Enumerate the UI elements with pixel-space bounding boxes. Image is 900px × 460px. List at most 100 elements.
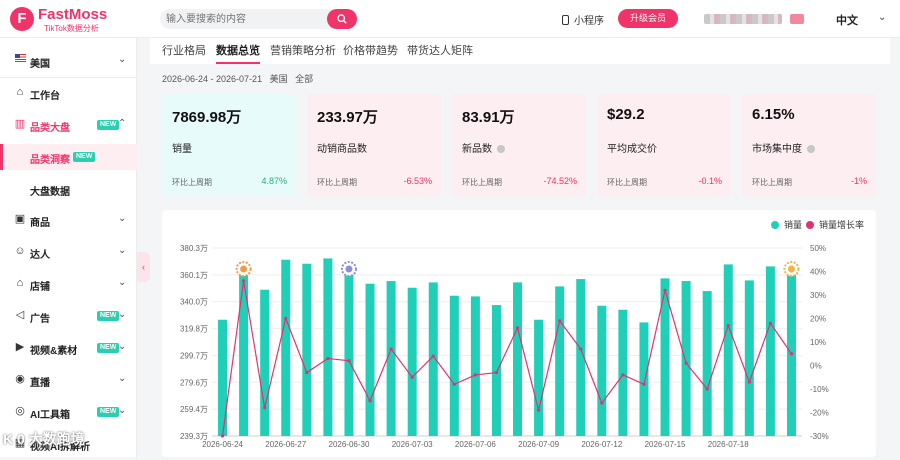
tab-price-trend[interactable]: 价格带趋势 — [343, 42, 398, 64]
chevron-down-icon: ⌄ — [118, 309, 127, 320]
legend-item-growth[interactable]: 销量增长率 — [806, 218, 864, 231]
language-selector[interactable]: 中文 ⌄ — [836, 12, 886, 28]
date-range: 2026-06-24 - 2026-07-21 — [162, 74, 263, 84]
account-info[interactable] — [704, 14, 782, 24]
chevron-down-icon: ⌄ — [118, 277, 127, 288]
bar — [534, 319, 544, 436]
chevron-up-icon: ⌃ — [118, 118, 127, 129]
metric-title-text: 销量 — [172, 144, 192, 155]
sidebar-item-market-data[interactable]: 大盘数据 — [0, 176, 137, 202]
x-tick-label: 2026-06-30 — [329, 440, 370, 449]
sidebar-item-category-insight[interactable]: 品类洞察 NEW — [0, 144, 137, 170]
line-point — [452, 382, 456, 386]
y-left-tick-label: 279.6万 — [180, 378, 208, 387]
line-point — [789, 352, 794, 356]
new-badge: NEW — [97, 311, 120, 321]
sidebar-item-creators[interactable]: ☺ 达人 ⌄ — [0, 239, 137, 265]
brand-name: FastMoss — [38, 6, 108, 23]
box-icon: ▣ — [14, 213, 26, 225]
line-point — [600, 401, 604, 405]
metric-value: 7869.98万 — [172, 109, 242, 126]
bar — [744, 280, 754, 436]
x-tick-label: 2026-07-09 — [518, 440, 559, 449]
line-point — [642, 382, 646, 386]
mini-program-link[interactable]: 小程序 — [562, 12, 604, 27]
line-point — [368, 399, 372, 403]
metric-card[interactable]: 83.91万 新品数 环比上周期 -74.52% — [452, 94, 586, 196]
chevron-down-icon: ⌄ — [118, 54, 127, 65]
metric-card[interactable]: 7869.98万 销量 环比上周期 4.87% — [162, 94, 296, 196]
metric-card[interactable]: 233.97万 动销商品数 环比上周期 -6.53% — [307, 94, 441, 196]
x-tick-label: 2026-06-27 — [265, 440, 306, 449]
line-point — [747, 380, 751, 384]
legend-swatch — [806, 221, 814, 229]
search-input[interactable] — [166, 12, 326, 26]
help-icon — [497, 145, 505, 153]
sidebar-item-live[interactable]: ◉ 直播 ⌄ — [0, 367, 137, 393]
x-tick-label: 2026-07-03 — [392, 440, 433, 449]
legend-label: 销量 — [784, 220, 803, 230]
upgrade-button[interactable]: 升级会员 — [618, 9, 678, 28]
metric-compare-label: 环比上周期 — [317, 178, 357, 187]
metric-change: -74.52% — [543, 176, 577, 186]
brand-logo[interactable]: F FastMoss TikTok数据分析 — [10, 7, 140, 33]
sidebar-item-ads[interactable]: ◁ 广告 NEW ⌄ — [0, 303, 137, 329]
metric-title-text: 动销商品数 — [317, 144, 367, 155]
sidebar-divider — [0, 77, 137, 78]
y-left-tick-label: 299.7万 — [180, 351, 208, 360]
search-bar — [160, 9, 357, 29]
sidebar-item-category-market[interactable]: ▥ 品类大盘 NEW ⌃ — [0, 112, 137, 138]
sidebar-item-label: 店铺 — [30, 282, 50, 293]
search-button[interactable] — [327, 9, 357, 29]
bar — [260, 289, 270, 436]
new-badge: NEW — [97, 407, 120, 417]
legend-label: 销量增长率 — [819, 220, 865, 230]
sidebar-item-ai-toolbox[interactable]: ◎ AI工具箱 NEW ⌄ — [0, 399, 137, 425]
sidebar-item-videos[interactable]: ▶ 视频&素材 NEW ⌄ — [0, 335, 137, 361]
y-left-tick-label: 340.0万 — [180, 298, 208, 307]
bar — [470, 296, 480, 436]
x-tick-label: 2026-07-15 — [645, 440, 686, 449]
tab-marketing[interactable]: 营销策略分析 — [270, 42, 336, 64]
legend-item-sales[interactable]: 销量 — [771, 218, 802, 231]
tab-creator-matrix[interactable]: 带货达人矩阵 — [407, 42, 473, 64]
sales-chart: 239.3万 259.4万 279.6万 299.7万 319.8万 340.0万 360.… — [162, 210, 876, 457]
chevron-down-icon: ⌄ — [118, 245, 127, 256]
line-point — [537, 408, 541, 412]
new-badge: NEW — [97, 120, 120, 130]
sidebar-region-selector[interactable]: 美国 ⌄ — [0, 48, 137, 74]
y-right-tick-label: 0% — [810, 362, 822, 371]
chevron-down-icon: ⌄ — [118, 213, 127, 224]
bar — [365, 283, 375, 436]
x-tick-label: 2026-07-18 — [708, 440, 749, 449]
line-point — [305, 370, 309, 375]
y-left-tick-label: 259.4万 — [180, 405, 208, 414]
sidebar-item-products[interactable]: ▣ 商品 ⌄ — [0, 207, 137, 233]
sidebar-collapse-button[interactable]: ‹ — [137, 252, 150, 282]
shop-icon: ⌂ — [16, 277, 24, 289]
sidebar-item-label: 品类洞察 — [30, 155, 70, 166]
tab-overview[interactable]: 数据总览 — [216, 42, 260, 64]
bar — [765, 266, 775, 436]
metric-card[interactable]: $29.2 平均成交价 环比上周期 -0.1% — [597, 94, 731, 196]
metric-card[interactable]: 6.15% 市场集中度 环比上周期 -1% — [742, 94, 876, 196]
bar — [218, 319, 228, 436]
sidebar-item-label: 工作台 — [30, 91, 60, 102]
bar — [597, 305, 607, 436]
sidebar-item-shops[interactable]: ⌂ 店铺 ⌄ — [0, 271, 137, 297]
top-bar: F FastMoss TikTok数据分析 小程序 升级会员 中文 ⌄ — [0, 0, 900, 38]
tab-industry[interactable]: 行业格局 — [162, 42, 206, 64]
bar — [513, 282, 523, 436]
line-point — [515, 326, 520, 330]
chevron-down-icon: ⌄ — [118, 341, 127, 352]
sidebar-region-label: 美国 — [30, 59, 50, 70]
account-badge[interactable] — [790, 14, 804, 24]
country-filter: 美国 — [269, 74, 288, 84]
new-badge: NEW — [97, 343, 120, 353]
metric-compare-label: 环比上周期 — [607, 178, 647, 187]
line-point — [347, 359, 351, 363]
bar — [723, 264, 733, 436]
sidebar-item-workbench[interactable]: ⌂ 工作台 — [0, 80, 137, 106]
sidebar-item-label: 广告 — [30, 314, 50, 325]
line-point — [389, 347, 393, 351]
